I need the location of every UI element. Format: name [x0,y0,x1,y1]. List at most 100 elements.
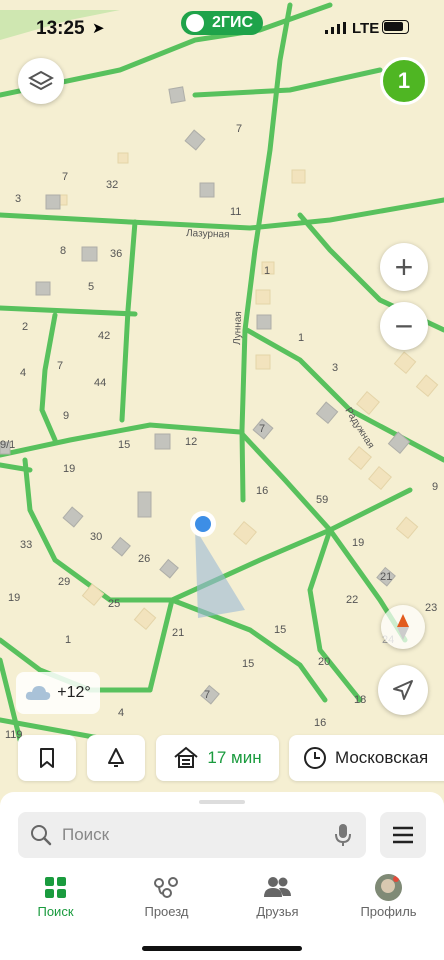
weather-widget[interactable]: +12° [16,672,100,714]
signal-icon [325,22,346,34]
house-number: 1 [65,634,71,646]
house-number: 18 [354,694,366,706]
bell-icon [108,748,124,767]
house-number: 7 [236,123,242,135]
temperature: +12° [57,684,91,701]
house-number: 44 [94,377,106,389]
house-number: 20 [318,656,330,668]
tab-label: Проезд [144,904,189,919]
clock-icon [304,747,326,769]
house-number: 8 [60,245,66,257]
house-number: 1 [264,265,270,277]
grid-icon [45,877,66,898]
tab-route[interactable]: Проезд [111,872,222,932]
street-label: Лазурная [186,228,230,241]
house-number: 21 [380,571,392,583]
bottom-nav: Поиск Проезд Друзья Профиль [0,872,444,932]
house-number: 25 [108,598,120,610]
house-number: 16 [314,717,326,729]
tab-label: Друзья [256,904,299,919]
badge-count: 1 [397,68,411,93]
house-number: 29 [58,576,70,588]
house-number: 3 [15,193,21,205]
home-indicator [142,946,302,951]
battery-icon [382,20,409,34]
house-number: 19 [8,592,20,604]
bookmark-icon [40,748,54,768]
destination-chip[interactable]: Московская [289,735,444,781]
eta-label: 17 мин [207,748,262,767]
house-number: 12 [185,436,197,448]
tab-friends[interactable]: Друзья [222,872,333,932]
house-number: 22 [346,594,358,606]
notification-badge[interactable]: 1 [380,57,428,105]
house-number: 26 [138,553,150,565]
sheet-handle[interactable] [199,800,245,804]
search-icon [31,825,52,846]
home-route-chip[interactable]: 17 мин [156,735,279,781]
brand-name: 2ГИС [211,14,253,31]
zoom-in-button[interactable]: + [380,243,428,291]
house-number: 33 [20,539,32,551]
cloud-icon [26,686,51,700]
status-bar: 13:25 ➤ 2ГИС LTE [0,0,444,58]
house-number: 59 [316,494,328,506]
house-number: 32 [106,179,118,191]
house-number: 15 [242,658,254,670]
microphone-icon[interactable] [335,823,351,847]
house-number: 5 [88,281,94,293]
search-input[interactable]: Поиск [18,812,366,858]
layers-icon [28,70,54,91]
house-number: 9 [432,481,438,493]
brand-logo: 2ГИС [181,11,263,35]
tab-search[interactable]: Поиск [0,872,111,932]
house-number: 15 [274,624,286,636]
my-location-button[interactable] [378,665,428,715]
house-number: 4 [20,367,26,379]
house-number: 1 [298,332,304,344]
house-number: 4 [118,707,124,719]
house-number: 15 [118,439,130,451]
house-number: 19 [63,463,75,475]
location-arrow-icon: ➤ [92,20,105,37]
house-number: 9/1 [0,439,15,451]
notifications-chip[interactable] [87,735,145,781]
tab-label: Профиль [360,904,417,919]
zoom-out-button[interactable]: − [380,302,428,350]
house-number: 9 [63,410,69,422]
minus-icon: − [394,307,414,344]
menu-button[interactable] [380,812,426,858]
house-number: 3 [332,362,338,374]
network-type: LTE [352,20,380,37]
quick-actions-row: 17 мин Московская [0,735,444,781]
tab-label: Поиск [37,904,74,919]
friends-icon [264,877,291,897]
tab-profile[interactable]: Профиль [333,872,444,932]
navigation-arrow-icon [393,680,413,700]
bookmarks-chip[interactable] [18,735,76,781]
house-number: 11 [230,206,241,218]
house-number: 19 [352,537,364,549]
compass-button[interactable] [381,605,425,649]
location-dot [195,516,211,532]
house-number: 2 [22,321,28,333]
house-number: 23 [425,602,437,614]
clock: 13:25 [36,18,85,39]
house-number: 7 [62,171,68,183]
bottom-sheet: Поиск Поиск Проезд Друзья Профиль [0,792,444,960]
house-number: 7 [259,423,265,435]
street-label: Лунная [232,311,244,345]
house-number: 7 [204,689,210,701]
home-icon [174,746,199,768]
house-number: 16 [256,485,268,497]
compass-icon [397,614,409,640]
house-number: 36 [110,248,122,260]
house-number: 30 [90,531,102,543]
plus-icon: + [394,248,414,285]
destination-label: Московская [335,748,429,767]
layers-button[interactable] [18,58,64,104]
route-icon [154,877,178,898]
house-number: 21 [172,627,184,639]
avatar [375,874,402,901]
house-number: 7 [57,360,63,372]
